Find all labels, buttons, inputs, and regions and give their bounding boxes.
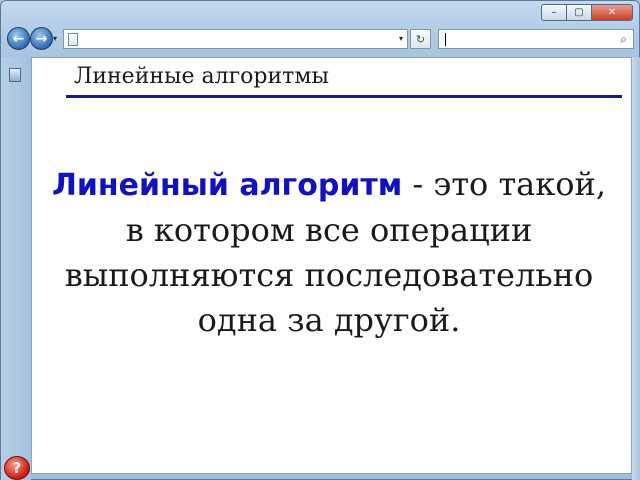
page-content: Линейные алгоритмы Линейный алгоритм - э… bbox=[31, 57, 632, 474]
right-edge bbox=[632, 57, 640, 480]
title-bar: – ▢ ✕ bbox=[1, 1, 640, 25]
back-arrow-icon: ← bbox=[12, 30, 25, 47]
maximize-button[interactable]: ▢ bbox=[566, 4, 592, 21]
refresh-icon: ↻ bbox=[415, 32, 426, 46]
forward-arrow-icon: → bbox=[35, 30, 48, 47]
definition-term: Линейный алгоритм bbox=[51, 168, 403, 203]
refresh-button[interactable]: ↻ bbox=[410, 29, 431, 49]
back-button[interactable]: ← bbox=[7, 27, 30, 50]
help-icon[interactable]: ? bbox=[4, 456, 30, 480]
address-bar[interactable]: ▾ bbox=[63, 29, 408, 49]
page-icon bbox=[68, 33, 78, 46]
definition-text: Линейный алгоритм - это такой, в котором… bbox=[46, 162, 612, 343]
forward-button[interactable]: → bbox=[30, 27, 53, 50]
search-icon[interactable]: ⌕ bbox=[620, 32, 627, 47]
minimize-button[interactable]: – bbox=[541, 4, 567, 21]
navigation-bar: ← → ▾ ▾ ↻ ⌕ bbox=[1, 25, 640, 53]
left-gutter: ? bbox=[1, 57, 31, 480]
page-title: Линейные алгоритмы bbox=[74, 64, 329, 89]
title-underline bbox=[66, 95, 622, 98]
favorites-icon[interactable] bbox=[9, 68, 21, 82]
address-dropdown[interactable]: ▾ bbox=[399, 34, 403, 43]
browser-window: – ▢ ✕ ← → ▾ ▾ ↻ ⌕ ? Линейные алгоритмы Л… bbox=[0, 0, 640, 480]
close-button[interactable]: ✕ bbox=[591, 4, 633, 21]
recent-pages-dropdown[interactable]: ▾ bbox=[53, 34, 57, 43]
search-input[interactable]: ⌕ bbox=[438, 29, 634, 49]
text-caret bbox=[445, 33, 446, 46]
window-controls: – ▢ ✕ bbox=[541, 4, 633, 21]
